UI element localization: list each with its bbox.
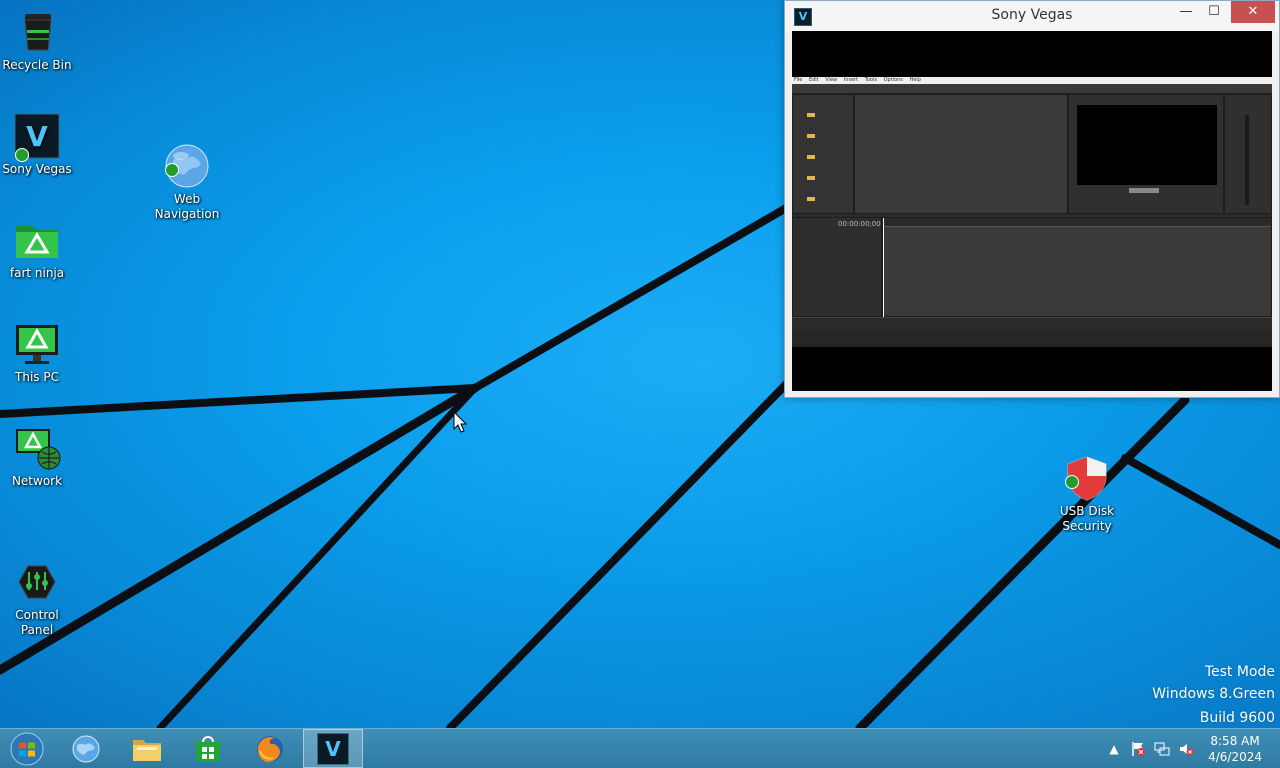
shortcut-badge-icon [1065,475,1079,489]
fart-ninja-label: fart ninja [9,266,65,280]
audio-meter-panel[interactable] [1224,94,1272,214]
sony-vegas-window[interactable]: V Sony Vegas — ☐ ✕ File Edit View Insert… [784,0,1280,398]
this-pc-label: This PC [15,370,59,384]
video-preview-panel[interactable] [1068,94,1224,214]
menu-file[interactable]: File [794,77,802,83]
desktop-icon-control-panel[interactable]: Control Panel [0,528,82,638]
close-button[interactable]: ✕ [1231,1,1275,23]
shortcut-badge-icon [165,163,179,177]
desktop-icon-this-pc[interactable]: This PC [0,320,82,385]
windows-orb-icon [10,732,44,765]
preview-screen [1077,105,1217,185]
build-number-text: Build 9600 [1199,710,1275,726]
store-bag-icon [196,735,220,762]
menu-options[interactable]: Options [884,77,903,83]
timecode-display: 00:00:00;00 [838,220,881,228]
window-content: File Edit View Insert Tools Options Help [792,31,1272,391]
network-status-icon[interactable] [1154,741,1170,757]
taskbar-globe-button[interactable] [56,729,116,768]
menu-insert[interactable]: Insert [844,77,858,83]
clock-time: 8:58 AM [1210,734,1260,748]
windows-edition-text: Windows 8.Green [1152,686,1275,702]
media-files-panel[interactable] [854,94,1068,214]
taskbar[interactable]: V ▲ 8:58 AM 4/6/2024 [0,728,1280,768]
show-hidden-icons-button[interactable]: ▲ [1106,741,1122,757]
taskbar-file-explorer-button[interactable] [117,729,177,768]
vegas-menubar[interactable]: File Edit View Insert Tools Options Help [792,77,1272,84]
globe-icon [72,735,100,762]
desktop-icon-sony-vegas[interactable]: V Sony Vegas [0,112,82,177]
network-icon [13,424,61,472]
sony-vegas-label: Sony Vegas [2,162,72,176]
menu-help[interactable]: Help [909,77,920,83]
timeline-panel[interactable] [882,217,1272,318]
timeline-ruler[interactable] [883,218,1271,227]
vegas-app-icon: V [13,112,61,162]
status-bar [792,331,1272,347]
mouse-cursor-icon [453,411,467,433]
menu-edit[interactable]: Edit [809,77,819,83]
recycle-bin-label: Recycle Bin [2,58,72,72]
menu-tools[interactable]: Tools [865,77,877,83]
network-label: Network [11,474,63,488]
desktop-icon-recycle-bin[interactable]: Recycle Bin [0,8,82,73]
start-button[interactable] [0,729,54,768]
playhead-cursor[interactable] [883,218,884,318]
maximize-button[interactable]: ☐ [1199,1,1229,23]
window-titlebar[interactable]: V Sony Vegas — ☐ ✕ [785,1,1279,31]
desktop-icon-fart-ninja[interactable]: fart ninja [0,216,82,281]
svg-text:V: V [26,120,48,153]
shortcut-badge-icon [15,148,29,162]
green-folder-icon [13,216,61,264]
transport-bar[interactable] [792,317,1272,332]
system-clock[interactable]: 8:58 AM 4/6/2024 [1208,733,1262,765]
test-mode-text: Test Mode [1204,664,1275,680]
desktop-icon-web-navigation[interactable]: Web Navigation [142,112,232,222]
shield-icon [1063,439,1111,501]
firefox-icon [257,735,283,762]
desktop[interactable]: Recycle Bin V Sony Vegas Web Navigation … [0,0,1280,728]
vegas-toolbar[interactable] [792,84,1272,94]
preview-transport[interactable] [1129,188,1159,193]
vegas-taskbar-icon: V [317,732,349,765]
taskbar-firefox-button[interactable] [240,729,300,768]
vegas-editor-ui[interactable]: File Edit View Insert Tools Options Help [792,77,1272,347]
explorer-tree-panel[interactable] [792,94,854,214]
taskbar-sony-vegas-button[interactable]: V [303,729,363,768]
action-center-flag-icon[interactable] [1130,741,1146,757]
desktop-icon-usb-disk-security[interactable]: USB Disk Security [1042,424,1132,534]
minimize-button[interactable]: — [1171,1,1201,23]
menu-view[interactable]: View [825,77,837,83]
globe-icon [163,127,211,188]
volume-muted-icon[interactable] [1178,741,1194,757]
taskbar-store-button[interactable] [178,729,238,768]
desktop-icon-network[interactable]: Network [0,424,82,489]
track-list-panel[interactable]: 00:00:00;00 [792,217,882,317]
computer-icon [13,320,61,368]
control-panel-icon [13,543,61,599]
recycle-bin-icon [13,8,61,56]
folder-icon [133,739,161,761]
clock-date: 4/6/2024 [1208,750,1262,764]
